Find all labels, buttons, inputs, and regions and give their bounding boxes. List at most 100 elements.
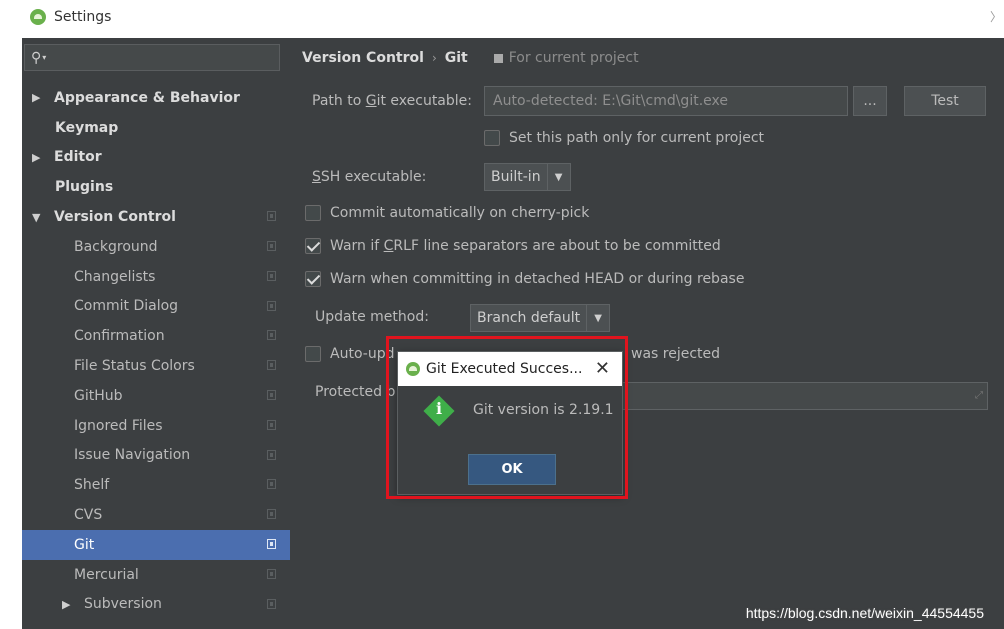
settings-search-input[interactable]: ⚲ ▾ <box>24 44 280 71</box>
sidebar-item-issue-navigation[interactable]: Issue Navigation <box>22 441 290 471</box>
sidebar-item-label: CVS <box>74 507 103 524</box>
sidebar-item-cvs[interactable]: CVS <box>22 500 290 530</box>
project-scope-icon <box>267 538 276 549</box>
warn-detached-head-label: Warn when committing in detached HEAD or… <box>330 271 745 287</box>
project-scope-icon <box>493 53 503 63</box>
window-close-icon[interactable]: 〉 <box>990 8 1002 25</box>
sidebar-item-label: Keymap <box>55 119 119 136</box>
search-icon: ⚲ <box>31 49 42 66</box>
sidebar-item-plugins[interactable]: Plugins <box>22 172 290 202</box>
sidebar-item-background[interactable]: Background <box>22 232 290 262</box>
project-scope-icon <box>267 300 276 311</box>
auto-update-label-end: was rejected <box>631 346 721 362</box>
collapsed-arrow-icon[interactable]: ▶ <box>32 91 46 104</box>
project-scope-label: For current project <box>508 50 639 66</box>
breadcrumb-separator: › <box>431 51 437 65</box>
sidebar-item-label: Version Control <box>54 209 176 226</box>
warn-detached-head-checkbox[interactable] <box>305 271 321 287</box>
sidebar-item-label: Confirmation <box>74 328 165 345</box>
sidebar-item-github[interactable]: GitHub <box>22 381 290 411</box>
auto-update-checkbox[interactable] <box>305 346 321 362</box>
chevron-down-icon: ▼ <box>594 312 602 324</box>
commit-cherry-pick-checkbox[interactable] <box>305 205 321 221</box>
project-scope-icon <box>267 240 276 251</box>
sidebar-item-keymap[interactable]: Keymap <box>22 113 290 143</box>
update-method-value: Branch default <box>471 305 588 331</box>
project-scope-icon <box>267 419 276 430</box>
project-scope-icon <box>267 360 276 371</box>
sidebar-item-appearance-behavior[interactable]: ▶ Appearance & Behavior <box>22 83 290 113</box>
settings-tree: ▶ Appearance & Behavior Keymap ▶ Editor Plugi… <box>22 83 290 619</box>
android-studio-icon <box>30 9 46 25</box>
project-scope-icon <box>267 509 276 520</box>
expand-icon[interactable]: ⤢ <box>975 390 983 401</box>
project-scope-icon <box>267 330 276 341</box>
sidebar-item-confirmation[interactable]: Confirmation <box>22 321 290 351</box>
sidebar-item-label: Background <box>74 238 158 255</box>
test-button[interactable]: Test <box>904 86 986 116</box>
commit-cherry-pick-label: Commit automatically on cherry-pick <box>330 205 590 221</box>
info-glyph: i <box>435 399 443 418</box>
project-scope-icon <box>267 449 276 460</box>
sidebar-item-label: Subversion <box>84 596 162 613</box>
warn-crlf-checkbox[interactable] <box>305 238 321 254</box>
this-project-only-checkbox[interactable] <box>484 130 500 146</box>
ssh-executable-value: Built-in <box>485 164 548 190</box>
project-scope-icon <box>267 270 276 281</box>
project-scope-icon <box>267 211 276 222</box>
settings-sidebar: ⚲ ▾ ▶ Appearance & Behavior Keymap ▶ Editor P… <box>22 38 290 629</box>
breadcrumb-version-control: Version Control <box>302 50 424 66</box>
android-studio-icon <box>406 362 420 376</box>
breadcrumb-git: Git <box>444 50 468 66</box>
sidebar-item-subversion[interactable]: ▶ Subversion <box>22 590 290 620</box>
git-success-dialog: Git Executed Succes... ✕ i Git version i… <box>397 351 623 495</box>
protected-branches-field[interactable]: ⤢ <box>618 382 988 410</box>
sidebar-item-label: Commit Dialog <box>74 298 179 315</box>
sidebar-item-changelists[interactable]: Changelists <box>22 262 290 292</box>
dialog-title: Git Executed Succes... <box>426 361 583 377</box>
protected-branches-label: Protected b <box>315 384 396 400</box>
sidebar-item-mercurial[interactable]: Mercurial <box>22 560 290 590</box>
ssh-executable-select[interactable]: Built-in ▼ <box>484 163 571 191</box>
sidebar-item-label: Appearance & Behavior <box>54 89 240 106</box>
collapsed-arrow-icon[interactable]: ▶ <box>62 598 76 611</box>
sidebar-item-shelf[interactable]: Shelf <box>22 470 290 500</box>
expanded-arrow-icon[interactable]: ▼ <box>32 211 46 224</box>
sidebar-item-label: Editor <box>54 149 102 166</box>
sidebar-item-label: Plugins <box>55 179 114 196</box>
warn-crlf-label: Warn if CRLF line separators are about t… <box>330 238 721 254</box>
sidebar-item-file-status-colors[interactable]: File Status Colors <box>22 351 290 381</box>
sidebar-item-label: File Status Colors <box>74 358 195 375</box>
sidebar-item-label: Issue Navigation <box>74 447 191 464</box>
update-method-select[interactable]: Branch default ▼ <box>470 304 611 332</box>
sidebar-item-version-control[interactable]: ▼ Version Control <box>22 202 290 232</box>
watermark: https://blog.csdn.net/weixin_44554455 <box>745 605 984 621</box>
window-titlebar: Settings 〉 <box>0 0 1004 34</box>
sidebar-item-editor[interactable]: ▶ Editor <box>22 143 290 173</box>
sidebar-item-label: Git <box>74 536 95 553</box>
sidebar-item-label: Changelists <box>74 268 156 285</box>
sidebar-item-label: Mercurial <box>74 566 139 583</box>
update-method-label: Update method: <box>315 309 429 325</box>
sidebar-item-ignored-files[interactable]: Ignored Files <box>22 411 290 441</box>
close-icon[interactable]: ✕ <box>595 358 610 379</box>
project-scope-icon <box>267 479 276 490</box>
dialog-titlebar: Git Executed Succes... ✕ <box>398 352 622 386</box>
git-path-label: Path to Git executable: <box>312 93 472 109</box>
ssh-executable-label: SSH executable: <box>312 169 427 185</box>
git-settings-panel: Version Control › Git For current projec… <box>290 38 1004 629</box>
sidebar-item-git[interactable]: Git <box>22 529 290 560</box>
window-title: Settings <box>54 9 112 25</box>
sidebar-item-label: Ignored Files <box>74 417 163 434</box>
project-scope-icon <box>267 568 276 579</box>
chevron-down-icon: ▾ <box>42 53 47 62</box>
sidebar-item-label: Shelf <box>74 477 110 494</box>
dialog-message: Git version is 2.19.1 <box>473 402 614 418</box>
git-path-field[interactable]: Auto-detected: E:\Git\cmd\git.exe <box>484 86 848 116</box>
ok-button[interactable]: OK <box>468 454 556 485</box>
breadcrumb: Version Control › Git For current projec… <box>302 50 639 66</box>
browse-button[interactable]: ... <box>853 86 887 116</box>
collapsed-arrow-icon[interactable]: ▶ <box>32 151 46 164</box>
sidebar-item-commit-dialog[interactable]: Commit Dialog <box>22 292 290 322</box>
project-scope-icon <box>267 389 276 400</box>
